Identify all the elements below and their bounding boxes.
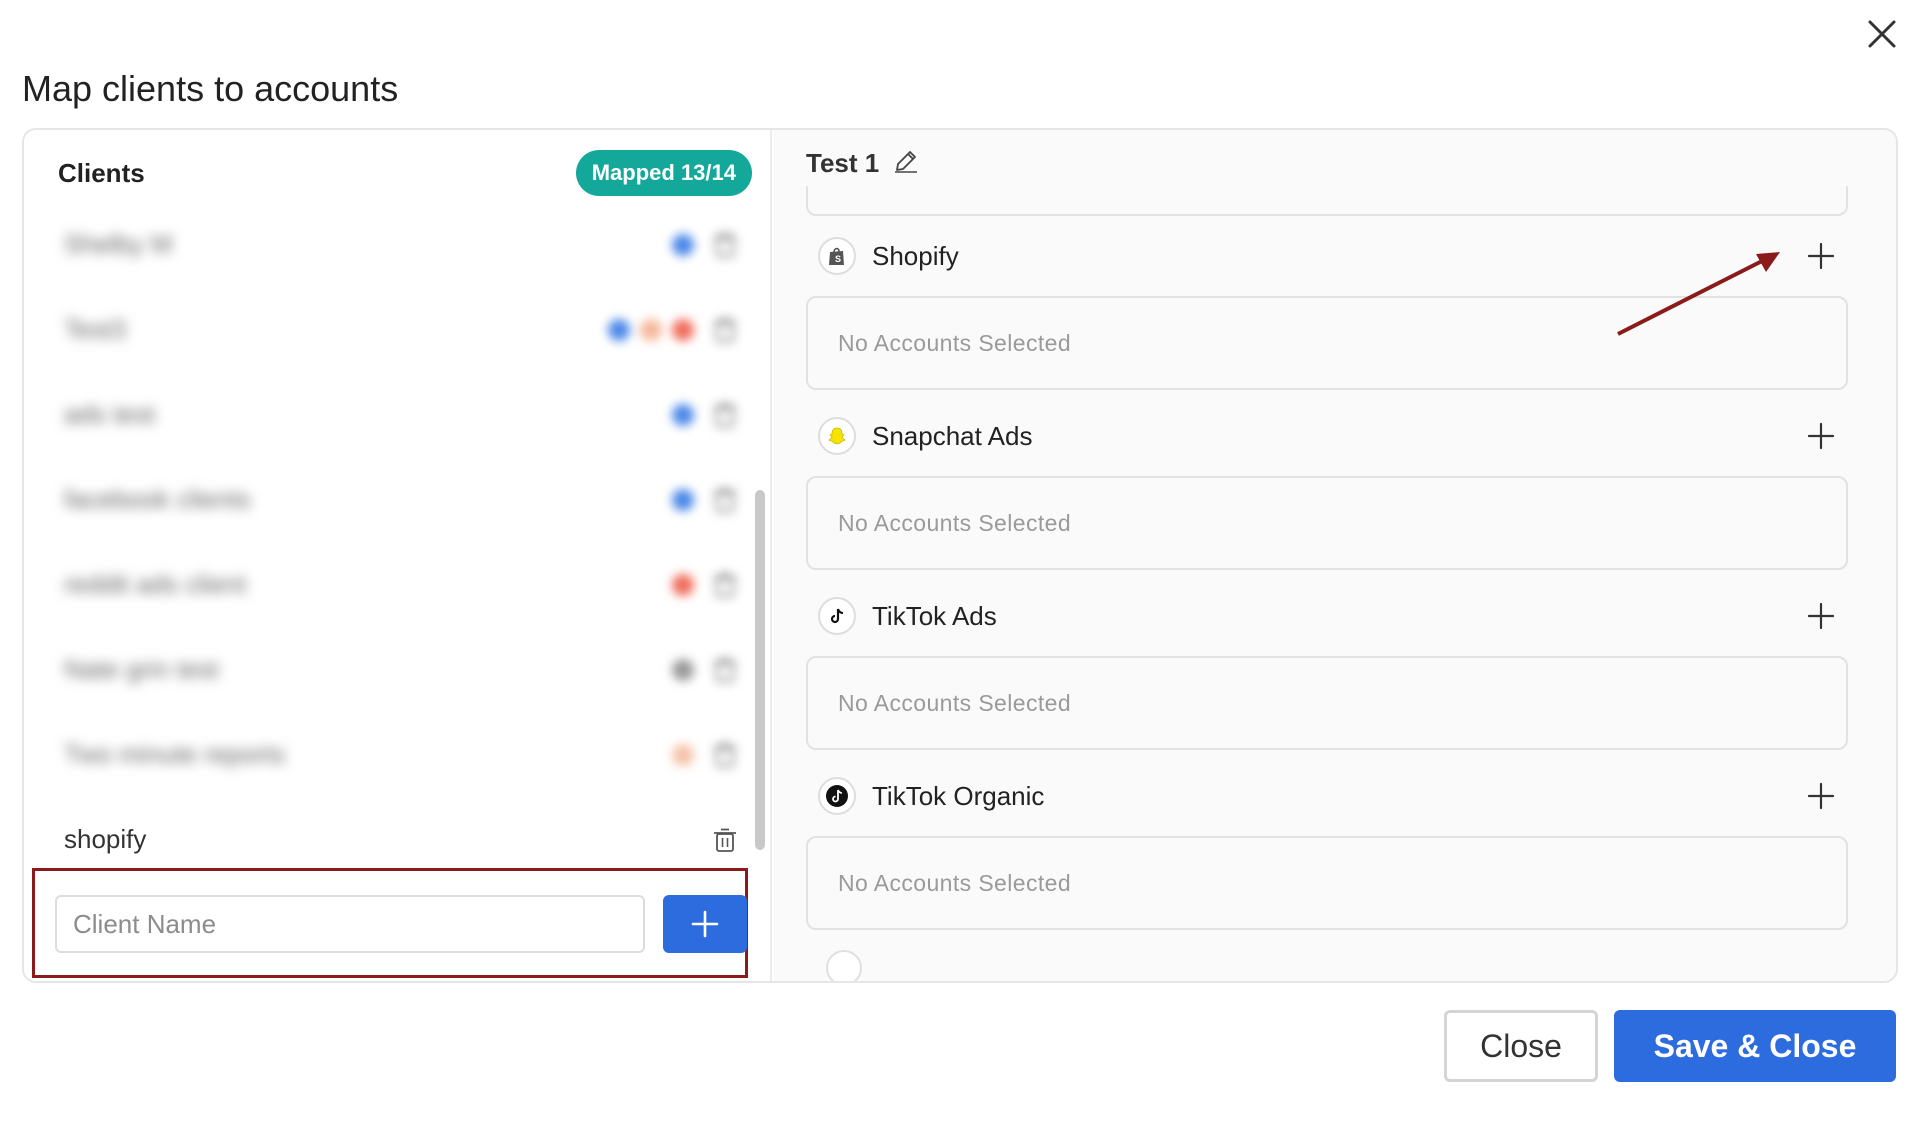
tiktok-organic-icon (818, 777, 856, 815)
clients-scrollbar[interactable] (755, 490, 765, 850)
tiktok-icon (818, 597, 856, 635)
trash-icon[interactable] (710, 400, 740, 430)
platform-tiktok-organic: TikTok Organic No Accounts Selected (806, 766, 1848, 930)
client-name: facebook clients (64, 484, 251, 514)
plus-icon (691, 910, 719, 938)
previous-card-edge (806, 186, 1848, 216)
platform-name: TikTok Organic (872, 780, 1045, 811)
platform-name: Snapchat Ads (872, 420, 1033, 451)
map-clients-dialog: Map clients to accounts Clients Mapped 1… (0, 0, 1920, 1127)
account-mapping-panel: Test 1 S Shopify No Accounts Selected Sn… (774, 130, 1896, 981)
client-name: Shelby M (64, 229, 173, 259)
selected-client-title: Test 1 (806, 148, 880, 178)
no-accounts-text: No Accounts Selected (838, 329, 1072, 356)
add-client-highlight (32, 868, 748, 978)
trash-icon[interactable] (710, 570, 740, 600)
no-accounts-text: No Accounts Selected (838, 689, 1072, 716)
trash-icon[interactable] (710, 655, 740, 685)
client-row[interactable]: Two minute reports (58, 712, 748, 797)
shopify-icon: S (818, 237, 856, 275)
client-row[interactable]: reddit ads client (58, 542, 748, 627)
platform-name: Shopify (872, 240, 959, 271)
trash-icon[interactable] (710, 485, 740, 515)
trash-icon[interactable] (710, 740, 740, 770)
client-name: ads test (64, 399, 156, 429)
platform-tiktok-ads: TikTok Ads No Accounts Selected (806, 586, 1848, 750)
client-name: Two minute reports (64, 739, 286, 769)
accounts-box[interactable]: No Accounts Selected (806, 296, 1848, 390)
dialog-title: Map clients to accounts (22, 68, 399, 109)
platform-dots (672, 488, 694, 511)
trash-icon[interactable] (710, 825, 740, 855)
add-client-button[interactable] (663, 895, 747, 953)
selected-client-header: Test 1 (806, 148, 919, 179)
client-row[interactable]: facebook clients (58, 457, 748, 542)
client-name: Nate grin test (64, 654, 219, 684)
next-platform-logo (826, 950, 862, 981)
client-name-input[interactable] (55, 895, 645, 953)
accounts-box[interactable]: No Accounts Selected (806, 656, 1848, 750)
snapchat-icon (818, 417, 856, 455)
platform-dots (608, 318, 694, 341)
platform-shopify: S Shopify No Accounts Selected (806, 226, 1848, 390)
platform-dots (672, 743, 694, 766)
client-name: shopify (64, 824, 147, 854)
accounts-box[interactable]: No Accounts Selected (806, 836, 1848, 930)
no-accounts-text: No Accounts Selected (838, 509, 1072, 536)
client-list: Shelby M Test3 ads test facebook clients… (58, 202, 748, 882)
platform-name: TikTok Ads (872, 600, 997, 631)
add-account-plus-icon[interactable] (1804, 599, 1838, 633)
add-account-plus-icon[interactable] (1804, 419, 1838, 453)
client-row[interactable]: Test3 (58, 287, 748, 372)
platform-dots (672, 573, 694, 596)
close-button[interactable]: Close (1444, 1010, 1598, 1082)
clients-title: Clients (58, 157, 145, 188)
edit-pencil-icon[interactable] (893, 148, 919, 179)
add-account-plus-icon[interactable] (1804, 779, 1838, 813)
client-name: reddit ads client (64, 569, 247, 599)
platform-dots (672, 403, 694, 426)
svg-text:S: S (835, 254, 841, 264)
add-account-plus-icon[interactable] (1804, 239, 1838, 273)
client-row[interactable]: Nate grin test (58, 627, 748, 712)
trash-icon[interactable] (710, 315, 740, 345)
clients-header: Clients Mapped 13/14 (58, 150, 762, 196)
trash-icon[interactable] (710, 230, 740, 260)
client-row[interactable]: Shelby M (58, 202, 748, 287)
platform-dots (672, 233, 694, 256)
clients-panel: Clients Mapped 13/14 Shelby M Test3 ads … (24, 130, 772, 981)
client-row[interactable]: ads test (58, 372, 748, 457)
mapping-panel: Clients Mapped 13/14 Shelby M Test3 ads … (22, 128, 1898, 983)
accounts-box[interactable]: No Accounts Selected (806, 476, 1848, 570)
save-and-close-button[interactable]: Save & Close (1614, 1010, 1896, 1082)
platform-snapchat-ads: Snapchat Ads No Accounts Selected (806, 406, 1848, 570)
mapped-badge: Mapped 13/14 (575, 150, 752, 196)
no-accounts-text: No Accounts Selected (838, 869, 1072, 896)
client-name: Test3 (64, 314, 127, 344)
close-icon[interactable] (1862, 14, 1902, 54)
platform-dots (672, 658, 694, 681)
